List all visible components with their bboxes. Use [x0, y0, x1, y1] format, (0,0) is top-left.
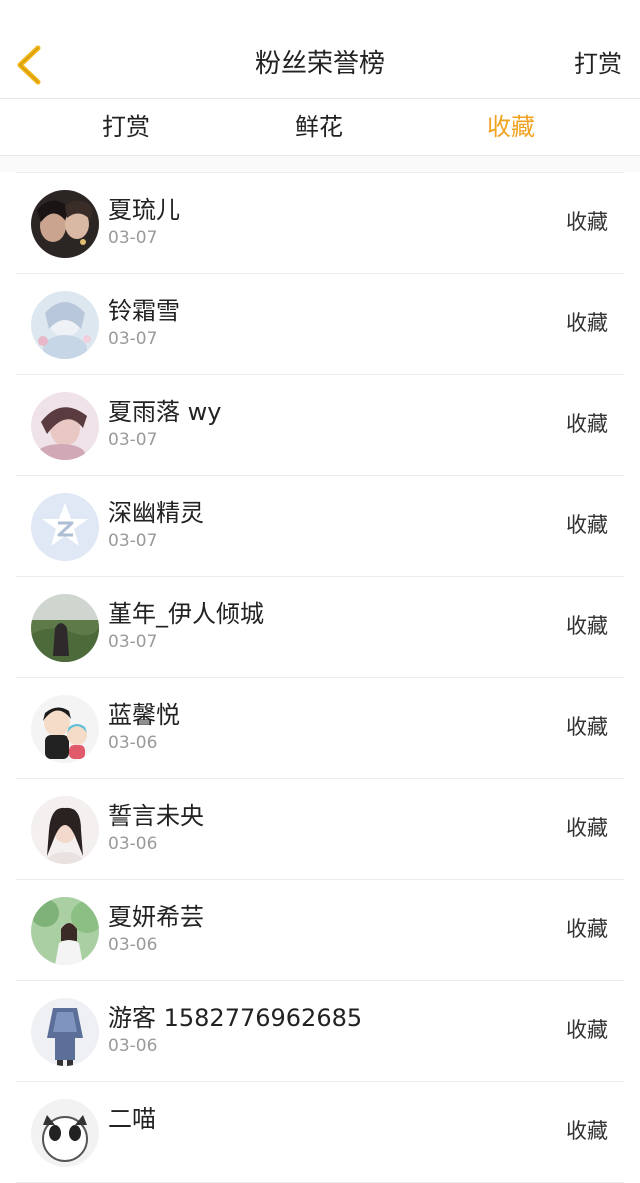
fan-name: 游客 1582776962685: [108, 1004, 363, 1032]
list-item[interactable]: 二喵 收藏: [16, 1082, 624, 1183]
fan-action-label: 收藏: [566, 614, 608, 638]
list-item[interactable]: 誓言未央 03-06 收藏: [16, 779, 624, 880]
default-avatar-icon: [31, 493, 99, 561]
fan-action-label: 收藏: [566, 917, 608, 941]
tab-favorites[interactable]: 收藏: [451, 109, 571, 145]
list-item[interactable]: 夏妍希芸 03-06 收藏: [16, 880, 624, 981]
fan-action-label: 收藏: [566, 311, 608, 335]
fan-name: 深幽精灵: [108, 499, 204, 527]
list-item[interactable]: 夏雨落 wy 03-07 收藏: [16, 375, 624, 476]
fan-name: 夏琉儿: [108, 196, 180, 224]
avatar: [31, 998, 99, 1066]
fan-date: 03-07: [108, 329, 158, 349]
list-item[interactable]: 夏琉儿 03-07 收藏: [16, 173, 624, 274]
avatar: [31, 796, 99, 864]
reward-button[interactable]: 打赏: [574, 44, 622, 84]
list-item[interactable]: 深幽精灵 03-07 收藏: [16, 476, 624, 577]
avatar: [31, 392, 99, 460]
nav-bar: 粉丝荣誉榜 打赏: [0, 0, 640, 99]
fan-list: 夏琉儿 03-07 收藏 铃霜雪 03-07 收藏 夏雨落 wy 03-07 收…: [16, 172, 624, 1183]
fan-name: 堇年_伊人倾城: [108, 600, 264, 628]
fan-name: 夏妍希芸: [108, 903, 204, 931]
page-title: 粉丝荣誉榜: [254, 49, 385, 79]
avatar: [31, 594, 99, 662]
fan-name: 誓言未央: [108, 802, 204, 830]
avatar: [31, 695, 99, 763]
fan-name: 二喵: [108, 1105, 156, 1133]
tab-bar: 打赏 鲜花 收藏: [0, 99, 640, 156]
list-item[interactable]: 游客 1582776962685 03-06 收藏: [16, 981, 624, 1082]
fan-action-label: 收藏: [566, 513, 608, 537]
avatar: [31, 1099, 99, 1167]
fan-action-label: 收藏: [566, 412, 608, 436]
fan-action-label: 收藏: [566, 1119, 608, 1143]
fan-action-label: 收藏: [566, 210, 608, 234]
avatar: [31, 493, 99, 561]
tab-reward[interactable]: 打赏: [66, 109, 186, 145]
fan-date: 03-07: [108, 430, 158, 450]
tab-flowers[interactable]: 鲜花: [259, 109, 379, 145]
fan-date: 03-07: [108, 531, 158, 551]
avatar: [31, 190, 99, 258]
fan-name: 夏雨落 wy: [108, 398, 222, 426]
avatar: [31, 897, 99, 965]
fan-name: 蓝馨悦: [108, 701, 180, 729]
chevron-left-icon: [17, 45, 41, 85]
fan-date: 03-06: [108, 935, 158, 955]
fan-action-label: 收藏: [566, 715, 608, 739]
section-divider: [0, 156, 640, 172]
fan-date: 03-07: [108, 228, 158, 248]
fan-action-label: 收藏: [566, 1018, 608, 1042]
fan-date: 03-07: [108, 632, 158, 652]
list-item[interactable]: 铃霜雪 03-07 收藏: [16, 274, 624, 375]
back-button[interactable]: [10, 42, 50, 88]
fan-name: 铃霜雪: [108, 297, 180, 325]
fan-date: 03-06: [108, 1036, 158, 1056]
avatar: [31, 291, 99, 359]
list-item[interactable]: 蓝馨悦 03-06 收藏: [16, 678, 624, 779]
fan-date: 03-06: [108, 733, 158, 753]
fan-action-label: 收藏: [566, 816, 608, 840]
list-item[interactable]: 堇年_伊人倾城 03-07 收藏: [16, 577, 624, 678]
fan-date: 03-06: [108, 834, 158, 854]
